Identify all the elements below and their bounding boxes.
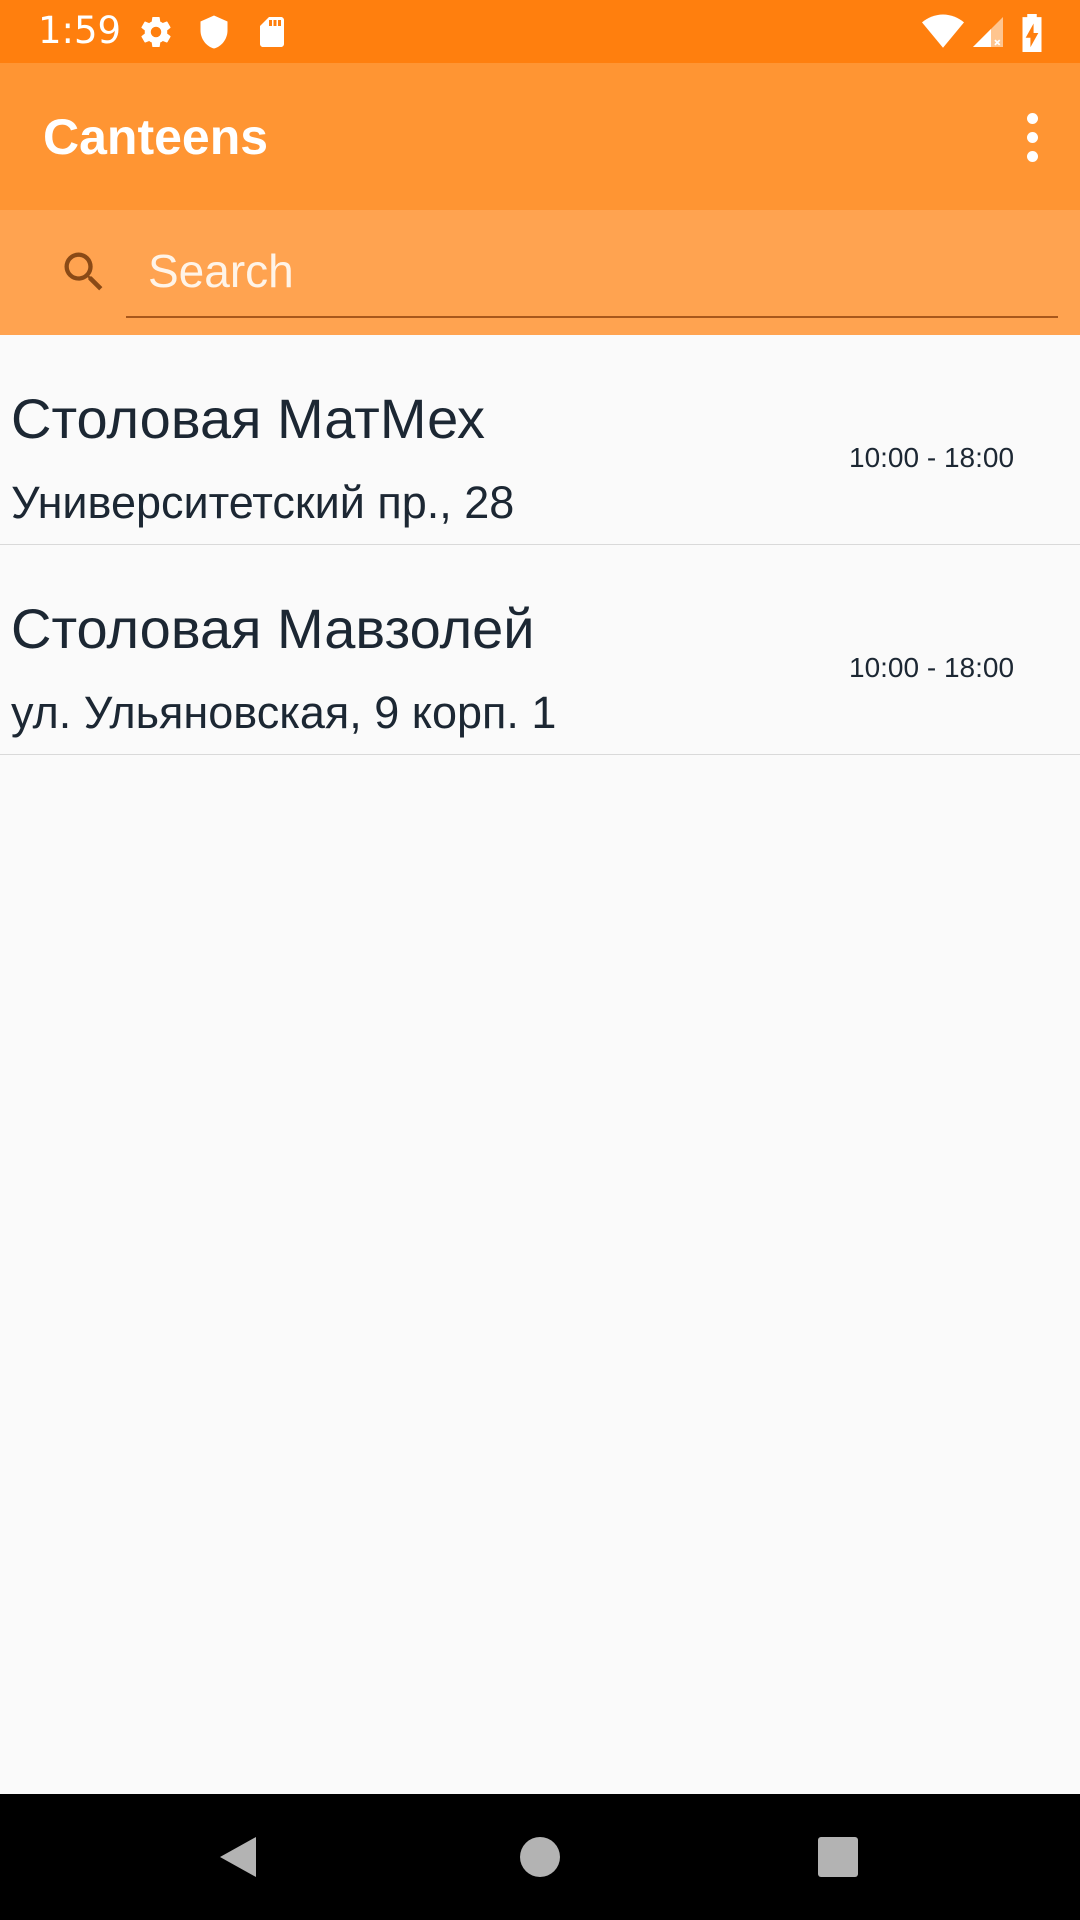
canteen-address: ул. Ульяновская, 9 корп. 1 <box>11 687 557 738</box>
status-time: 1:59 <box>38 9 122 52</box>
battery-charging-icon <box>1018 14 1046 52</box>
app-bar: Canteens <box>0 63 1080 210</box>
canteen-list: Столовая МатМех Университетский пр., 28 … <box>0 335 1080 755</box>
recents-icon[interactable] <box>808 1827 868 1887</box>
back-icon[interactable] <box>208 1827 268 1887</box>
shield-icon <box>196 14 232 50</box>
canteen-name: Столовая МатМех <box>11 387 486 450</box>
search-icon[interactable] <box>58 246 110 298</box>
screen: 1:59 Canteens Search Столовая МатМех Уни… <box>0 0 1080 1920</box>
list-item[interactable]: Столовая Мавзолей ул. Ульяновская, 9 кор… <box>0 545 1080 755</box>
canteen-hours: 10:00 - 18:00 <box>849 652 1015 683</box>
status-bar: 1:59 <box>0 0 1080 63</box>
search-bar <box>0 210 1080 335</box>
signal-icon <box>970 14 1006 50</box>
canteen-address: Университетский пр., 28 <box>11 477 515 528</box>
wifi-icon <box>922 14 964 50</box>
app-title: Canteens <box>43 109 269 165</box>
canteen-name: Столовая Мавзолей <box>11 597 535 660</box>
more-vert-icon[interactable] <box>1002 103 1062 171</box>
canteen-hours: 10:00 - 18:00 <box>849 442 1015 473</box>
search-input[interactable] <box>126 226 1058 318</box>
list-item[interactable]: Столовая МатМех Университетский пр., 28 … <box>0 335 1080 545</box>
home-icon[interactable] <box>510 1827 570 1887</box>
gear-icon <box>138 14 174 50</box>
sd-card-icon <box>254 14 290 50</box>
navigation-bar <box>0 1794 1080 1920</box>
